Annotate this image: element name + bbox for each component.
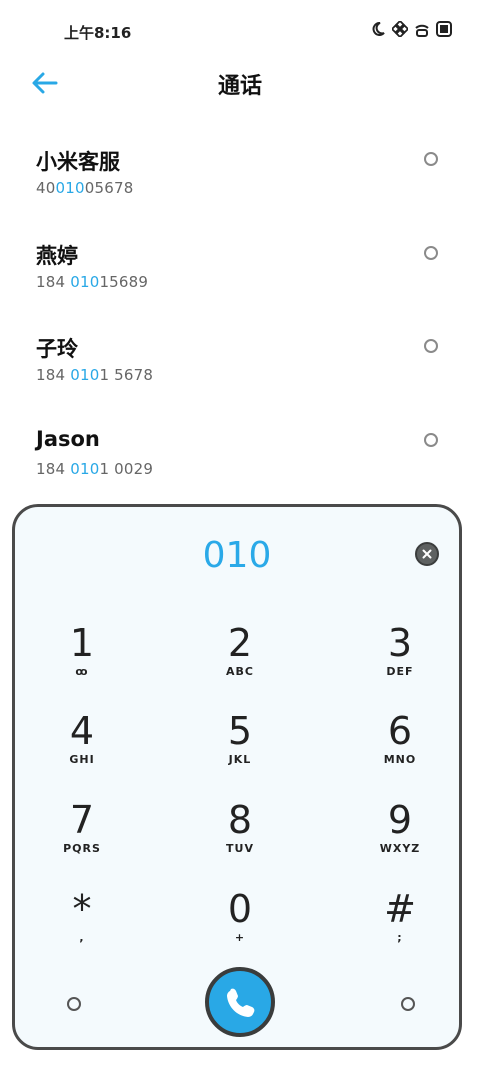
key-0[interactable]: 0 + (175, 885, 305, 965)
contact-item[interactable]: 燕婷 184 01015689 (0, 228, 480, 322)
key-digit: 2 (227, 621, 253, 665)
phone-icon (227, 988, 255, 1017)
moon-icon (370, 21, 386, 37)
number-suffix: 05678 (84, 179, 134, 197)
status-time: 上午8:16 (64, 24, 132, 42)
contact-name: 子玲 (36, 337, 78, 361)
page-title: 通话 (217, 74, 262, 99)
key-digit: 9 (387, 798, 413, 842)
number-prefix: 40 (36, 179, 56, 197)
number-prefix: 184 (36, 366, 71, 384)
wifi-icon (414, 21, 430, 37)
contact-select-radio[interactable] (424, 152, 438, 166)
call-button[interactable] (205, 967, 275, 1037)
contact-name: Jason (36, 426, 100, 451)
key-6[interactable]: 6 MNO (335, 707, 465, 787)
number-suffix: 1 0029 (99, 459, 154, 478)
key-letters: ABC (226, 665, 254, 678)
contact-name: 小米客服 (36, 150, 120, 174)
dialed-number-display: 010 (202, 535, 272, 576)
contact-item[interactable]: 子玲 184 0101 5678 (0, 321, 480, 415)
key-7[interactable]: 7 PQRS (17, 796, 147, 876)
key-star[interactable]: * , (17, 885, 147, 965)
close-icon (422, 549, 432, 559)
contact-item[interactable]: Jason 184 0101 0029 (0, 415, 480, 509)
number-suffix: 1 5678 (99, 366, 154, 384)
number-prefix: 184 (36, 272, 71, 291)
key-letters: JKL (228, 753, 252, 766)
voicemail-icon: ꝏ (75, 665, 89, 678)
key-4[interactable]: 4 GHI (17, 707, 147, 787)
key-digit: 1 (69, 621, 95, 665)
key-digit: 0 (227, 887, 253, 931)
key-digit: 7 (69, 798, 95, 842)
contact-name: 燕婷 (36, 243, 78, 268)
key-letters: DEF (386, 665, 414, 678)
contact-list: 小米客服 4001005678 燕婷 184 01015689 子玲 184 0… (0, 134, 480, 508)
contact-select-radio[interactable] (424, 432, 438, 447)
number-match: 010 (55, 179, 85, 197)
key-hash[interactable]: # ; (335, 885, 465, 965)
contact-number: 184 0101 0029 (36, 460, 153, 478)
key-letters: GHI (69, 753, 95, 766)
number-match: 010 (70, 459, 100, 478)
right-action-button[interactable] (401, 997, 415, 1011)
contact-select-radio[interactable] (424, 245, 438, 260)
key-8[interactable]: 8 TUV (175, 796, 305, 876)
left-action-button[interactable] (67, 997, 81, 1011)
contact-item[interactable]: 小米客服 4001005678 (0, 134, 480, 228)
number-match: 010 (70, 272, 100, 291)
key-5[interactable]: 5 JKL (175, 707, 305, 787)
key-digit: 8 (227, 798, 253, 842)
app-header: 通话 (0, 60, 480, 106)
key-3[interactable]: 3 DEF (335, 619, 465, 699)
key-letters: ; (397, 931, 403, 944)
clear-button[interactable] (415, 542, 439, 566)
contact-select-radio[interactable] (424, 339, 438, 353)
key-digit: 6 (387, 709, 413, 753)
key-digit: 3 (387, 621, 413, 665)
number-prefix: 184 (36, 459, 71, 478)
contact-number: 184 01015689 (36, 273, 148, 291)
status-icons (370, 19, 452, 39)
key-letters: + (234, 931, 246, 944)
key-letters: , (79, 931, 85, 944)
grid-icon (390, 19, 410, 39)
key-digit: 4 (69, 709, 95, 753)
battery-icon (436, 21, 452, 37)
key-letters: TUV (226, 842, 254, 855)
number-match: 010 (70, 366, 100, 384)
key-letters: PQRS (63, 842, 101, 855)
key-digit: # (384, 887, 416, 931)
contact-number: 4001005678 (36, 179, 133, 197)
contact-number: 184 0101 5678 (36, 366, 153, 384)
key-letters: MNO (383, 753, 417, 766)
number-suffix: 15689 (99, 272, 149, 291)
key-9[interactable]: 9 WXYZ (335, 796, 465, 876)
key-1[interactable]: 1 ꝏ (17, 619, 147, 699)
key-digit: * (72, 887, 92, 931)
key-letters: WXYZ (379, 842, 421, 855)
status-bar: 上午8:16 (0, 0, 480, 60)
dialpad-panel: 010 1 ꝏ 2 ABC 3 DEF 4 GHI 5 JKL 6 MNO 7 … (12, 504, 462, 1050)
key-digit: 5 (227, 709, 253, 753)
key-2[interactable]: 2 ABC (175, 619, 305, 699)
